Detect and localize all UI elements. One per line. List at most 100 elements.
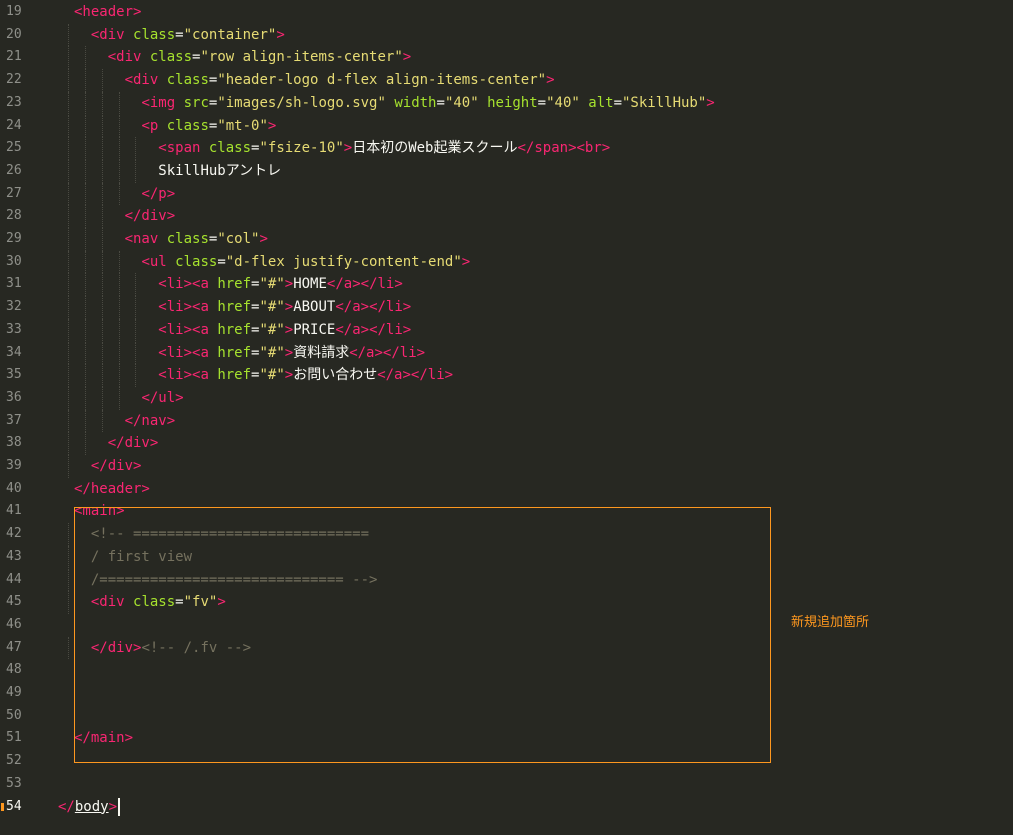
code-line[interactable]: 32 <li><a href="#">ABOUT</a></li> xyxy=(0,296,1013,319)
code-token: > xyxy=(108,798,118,815)
code-line[interactable]: 53 xyxy=(0,773,1013,796)
code-content[interactable]: <span class="fsize-10">日本初のWeb起業スクール</sp… xyxy=(158,137,610,160)
code-content[interactable]: </div> xyxy=(108,432,159,455)
code-token: </div> xyxy=(90,458,142,474)
code-content[interactable]: <li><a href="#">PRICE</a></li> xyxy=(158,319,411,342)
code-content[interactable]: <p class="mt-0"> xyxy=(141,115,276,138)
line-number: 44 xyxy=(6,571,22,587)
code-line[interactable]: 31 <li><a href="#">HOME</a></li> xyxy=(0,273,1013,297)
code-line[interactable]: 19 <header> xyxy=(0,1,1013,24)
code-line[interactable]: 24 <p class="mt-0"> xyxy=(0,114,1013,138)
code-content[interactable]: <img src="images/sh-logo.svg" width="40"… xyxy=(141,92,714,115)
code-content[interactable]: <nav class="col"> xyxy=(125,228,268,251)
code-content[interactable]: </nav> xyxy=(125,410,176,433)
indent-guide xyxy=(84,341,86,365)
code-line[interactable]: 51 </main> xyxy=(0,727,1013,750)
indent-guide xyxy=(135,341,137,365)
code-line[interactable]: 52 xyxy=(0,750,1013,773)
code-line[interactable]: 27 </p> xyxy=(0,182,1013,206)
code-line[interactable]: 42 <!-- ============================ xyxy=(0,523,1013,546)
code-line[interactable]: 54 </body> xyxy=(0,796,1013,819)
indent-guide xyxy=(84,205,86,228)
text-cursor xyxy=(118,797,121,816)
code-line[interactable]: 36 </ul> xyxy=(0,386,1013,410)
indent-guide xyxy=(68,523,69,546)
code-content[interactable]: </div><!-- /.fv --> xyxy=(91,637,251,660)
code-line[interactable]: 25 <span class="fsize-10">日本初のWeb起業スクール</… xyxy=(0,137,1013,160)
code-line[interactable]: 34 <li><a href="#">資料請求</a></li> xyxy=(0,341,1013,365)
indent-guide xyxy=(84,364,86,387)
code-line[interactable]: 22 <div class="header-logo d-flex align-i… xyxy=(0,69,1013,92)
indent-guide xyxy=(101,409,103,433)
code-content[interactable]: <!-- ============================ xyxy=(91,523,369,546)
indent-guide xyxy=(68,250,69,274)
indent-guide xyxy=(68,364,69,387)
line-number: 22 xyxy=(6,72,22,88)
code-line[interactable]: 43 / first view xyxy=(0,545,1013,569)
code-content[interactable]: </div> xyxy=(125,205,176,228)
code-content[interactable]: <div class="header-logo d-flex align-ite… xyxy=(125,69,555,92)
code-token: "#" xyxy=(259,299,285,316)
code-content[interactable]: / first view xyxy=(91,546,192,569)
code-line[interactable]: 49 xyxy=(0,682,1013,705)
code-line[interactable]: 50 xyxy=(0,705,1013,728)
code-content[interactable]: <header> xyxy=(74,1,141,24)
code-line[interactable]: 47 </div><!-- /.fv --> xyxy=(0,636,1013,660)
indent-guide xyxy=(118,364,120,387)
code-line[interactable]: 39 </div> xyxy=(0,455,1013,478)
code-content[interactable]: <div class="row align-items-center"> xyxy=(108,46,411,69)
indent-guide xyxy=(118,341,120,365)
code-line[interactable]: 38 </div> xyxy=(0,432,1013,455)
code-content[interactable]: <li><a href="#">資料請求</a></li> xyxy=(158,342,425,365)
code-content[interactable]: <ul class="d-flex justify-content-end"> xyxy=(141,251,470,274)
code-line[interactable]: 30 <ul class="d-flex justify-content-end"… xyxy=(0,250,1013,274)
code-line[interactable]: 29 <nav class="col"> xyxy=(0,228,1013,251)
code-line[interactable]: 21 <div class="row align-items-center"> xyxy=(0,46,1013,70)
code-line[interactable]: 33 <li><a href="#">PRICE</a></li> xyxy=(0,318,1013,342)
code-content[interactable]: </body> xyxy=(58,796,121,819)
code-editor[interactable]: 19 <header> 20 <div class="container"> 21 <di… xyxy=(0,0,1013,835)
code-content[interactable]: SkillHubアントレ xyxy=(158,160,281,183)
code-line[interactable]: 23 <img src="images/sh-logo.svg" width="4… xyxy=(0,91,1013,115)
code-token: <header> xyxy=(74,4,142,20)
new-addition-annotation: 新規追加箇所 xyxy=(791,615,870,630)
line-number: 43 xyxy=(6,548,22,564)
code-content[interactable]: </div> xyxy=(91,455,142,478)
current-line-marker xyxy=(1,802,4,811)
code-content[interactable]: <li><a href="#">お問い合わせ</a></li> xyxy=(158,364,453,387)
indent-guide xyxy=(118,250,120,274)
code-token: href xyxy=(217,321,252,338)
code-token: > xyxy=(284,276,294,293)
indent-guide xyxy=(68,114,69,138)
code-content[interactable]: <li><a href="#">HOME</a></li> xyxy=(158,273,402,296)
code-line[interactable]: 35 <li><a href="#">お問い合わせ</a></li> xyxy=(0,364,1013,387)
code-line[interactable]: 20 <div class="container"> xyxy=(0,23,1013,47)
code-token: class xyxy=(166,231,209,247)
indent-guide xyxy=(68,91,69,115)
indent-guide xyxy=(68,296,69,319)
code-line[interactable]: 37 </nav> xyxy=(0,409,1013,433)
code-token: 日本初のWeb起業スクール xyxy=(352,140,518,157)
code-line[interactable]: 26 SkillHubアントレ xyxy=(0,159,1013,183)
code-line[interactable]: 28 </div> xyxy=(0,205,1013,228)
code-content[interactable]: </ul> xyxy=(141,387,183,410)
line-number: 39 xyxy=(6,458,22,473)
code-content[interactable]: <main> xyxy=(74,500,125,523)
code-line[interactable]: 41 <main> xyxy=(0,500,1013,523)
code-line[interactable]: 44 /============================= --> xyxy=(0,568,1013,592)
code-content[interactable]: <li><a href="#">ABOUT</a></li> xyxy=(158,296,411,319)
code-line[interactable]: 40 </header> xyxy=(0,478,1013,501)
indent-guide xyxy=(68,432,69,455)
code-line[interactable]: 48 xyxy=(0,659,1013,682)
code-token: </ul> xyxy=(141,389,184,406)
indent-guide xyxy=(84,273,86,297)
code-content[interactable]: /============================= --> xyxy=(91,569,378,592)
indent-guide xyxy=(118,159,120,183)
code-content[interactable]: </main> xyxy=(74,727,133,750)
code-content[interactable]: <div class="fv"> xyxy=(91,591,226,614)
code-content[interactable]: </header> xyxy=(74,478,150,501)
code-content[interactable]: <div class="container"> xyxy=(91,24,285,47)
code-content[interactable]: </p> xyxy=(141,183,175,206)
indent-guide xyxy=(101,114,103,138)
indent-guide xyxy=(135,159,137,183)
